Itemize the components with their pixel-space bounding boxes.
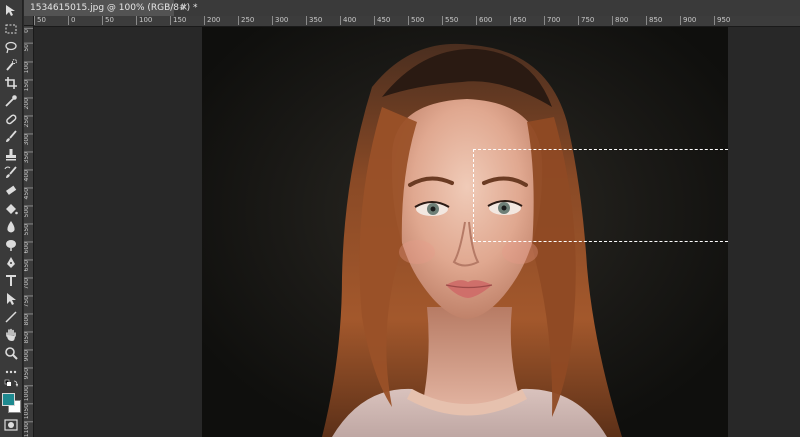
ruler-tick-label: 100 [136,16,152,25]
ruler-tick-label: 0 [68,16,75,25]
ruler-tick-label: 900 [24,349,33,362]
lasso-icon[interactable] [2,39,20,55]
ruler-tick-label: 350 [306,16,322,25]
ruler-tick-label: 250 [24,115,33,128]
hand-icon[interactable] [2,327,20,343]
dodge-icon[interactable] [2,237,20,253]
rectangular-marquee-icon[interactable] [2,21,20,37]
ruler-tick-label: 600 [24,241,33,254]
clone-stamp-icon[interactable] [2,147,20,163]
ruler-tick-label: 0 [24,28,33,33]
tools-panel [0,0,23,437]
crop-icon[interactable] [2,75,20,91]
paint-bucket-icon[interactable] [2,201,20,217]
ruler-tick-label: 200 [204,16,220,25]
brush-icon[interactable] [2,129,20,145]
ruler-tick-label: 100 [24,61,33,74]
ruler-tick-label: 200 [24,97,33,110]
horizontal-ruler[interactable]: 50 0 50 100 150 200 250 300 350 400 450 … [34,16,800,27]
zoom-icon[interactable] [2,345,20,361]
ruler-tick-label: 950 [24,367,33,380]
ruler-origin[interactable] [24,16,34,26]
eyedropper-icon[interactable] [2,93,20,109]
quick-mask-icon[interactable] [2,417,20,433]
ruler-tick-label: 500 [24,205,33,218]
ruler-tick-label: 250 [238,16,254,25]
portrait-photo[interactable] [202,27,728,437]
ruler-tick-label: 650 [510,16,526,25]
vertical-ruler[interactable]: 0 50 100 150 200 250 300 350 400 450 500… [24,26,34,437]
ruler-tick-label: 150 [24,79,33,92]
history-brush-icon[interactable] [2,165,20,181]
ruler-tick-label: 700 [24,277,33,290]
eraser-icon[interactable] [2,183,20,199]
ruler-tick-label: 650 [24,259,33,272]
ruler-tick-label: 50 [34,16,46,25]
ruler-tick-label: 150 [170,16,186,25]
foreground-color-swatch[interactable] [2,393,15,406]
ruler-tick-label: 450 [374,16,390,25]
portrait-illustration [202,27,728,437]
ruler-tick-label: 800 [24,313,33,326]
ruler-tick-label: 700 [544,16,560,25]
blur-icon[interactable] [2,219,20,235]
tab-close-icon[interactable]: × [178,0,190,16]
quick-selection-icon[interactable] [2,57,20,73]
ruler-tick-label: 400 [24,169,33,182]
ruler-tick-label: 550 [24,223,33,236]
ruler-tick-label: 600 [476,16,492,25]
ruler-tick-label: 300 [272,16,288,25]
ruler-tick-label: 50 [24,43,33,52]
spot-healing-icon[interactable] [2,111,20,127]
ruler-tick-label: 1000 [24,385,33,402]
ruler-tick-label: 1100 [24,421,33,437]
ruler-tick-label: 1050 [24,403,33,420]
ruler-tick-label: 750 [578,16,594,25]
ruler-tick-label: 300 [24,133,33,146]
ruler-tick-label: 950 [714,16,730,25]
pen-icon[interactable] [2,255,20,271]
ruler-tick-label: 850 [646,16,662,25]
ruler-tick-label: 400 [340,16,356,25]
ruler-tick-label: 850 [24,331,33,344]
default-colors-icon[interactable] [2,378,20,390]
ruler-tick-label: 50 [102,16,114,25]
document-tab-bar: 1534615015.jpg @ 100% (RGB/8#) * × [24,0,800,17]
canvas-workspace[interactable] [34,27,800,437]
ruler-tick-label: 450 [24,187,33,200]
ruler-tick-label: 500 [408,16,424,25]
ruler-tick-label: 800 [612,16,628,25]
photoshop-window: 1534615015.jpg @ 100% (RGB/8#) * × 50 0 … [0,0,800,437]
move-tool-icon[interactable] [2,3,20,19]
path-selection-icon[interactable] [2,291,20,307]
line-tool-icon[interactable] [2,309,20,325]
ruler-tick-label: 750 [24,295,33,308]
ruler-tick-label: 900 [680,16,696,25]
type-icon[interactable] [2,273,20,289]
ruler-tick-label: 350 [24,151,33,164]
ruler-tick-label: 550 [442,16,458,25]
document-tab[interactable]: 1534615015.jpg @ 100% (RGB/8#) * [24,0,197,16]
